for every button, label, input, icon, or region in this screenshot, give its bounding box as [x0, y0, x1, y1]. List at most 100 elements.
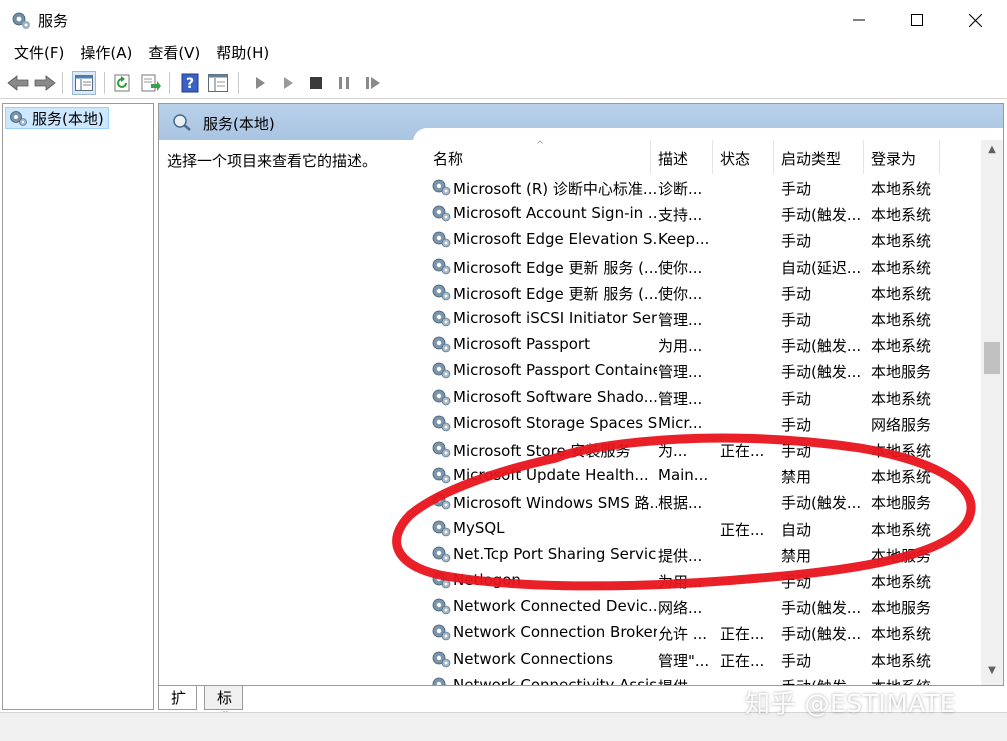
service-startup-type: 禁用	[781, 468, 812, 487]
service-startup-type: 手动	[781, 442, 812, 460]
service-startup-type: 手动(触发...	[781, 599, 862, 618]
service-name: MySQL	[453, 518, 505, 537]
service-row[interactable]: Microsoft Passport Container 管理... 手动(触发..…	[419, 357, 985, 383]
service-logon-as: 本地系统	[871, 389, 932, 408]
service-row[interactable]: Microsoft iSCSI Initiator Ser... 管理... 手动 本…	[419, 305, 985, 331]
column-divider[interactable]	[773, 140, 774, 174]
service-row[interactable]: Microsoft (R) 诊断中心标准... 诊断... 手动 本地系统	[419, 174, 985, 200]
properties-view-button[interactable]	[206, 71, 230, 95]
menu-file[interactable]: 文件(F)	[6, 41, 72, 65]
service-row[interactable]: Microsoft Edge Elevation S... Keep... 手动 本地…	[419, 226, 985, 252]
export-list-button[interactable]	[139, 71, 163, 95]
start-service-button[interactable]	[248, 71, 272, 95]
column-divider[interactable]	[712, 140, 713, 174]
service-startup-type: 手动	[781, 415, 812, 434]
service-description: 管理"...	[658, 651, 710, 670]
service-description: 管理...	[658, 311, 703, 329]
service-startup-type: 手动(触发...	[781, 625, 862, 644]
close-button[interactable]	[946, 0, 1004, 40]
scroll-up-icon[interactable]: ▲	[981, 144, 1003, 160]
service-row[interactable]: Microsoft Software Shado... 管理... 手动 本地系统	[419, 384, 985, 410]
scroll-thumb[interactable]	[984, 342, 1000, 374]
service-gear-icon	[432, 520, 451, 536]
service-row[interactable]: Microsoft Edge 更新 服务 (... 使你... 自动(延迟... 本地…	[419, 253, 985, 279]
service-logon-as: 本地系统	[871, 651, 932, 670]
service-description: 提供...	[658, 546, 703, 565]
service-name: Microsoft Storage Spaces S...	[453, 413, 657, 432]
vertical-scrollbar[interactable]: ▲ ▼	[981, 140, 1003, 685]
service-row[interactable]: Network Connections 管理"... 正在... 手动 本地系统	[419, 646, 985, 672]
service-startup-type: 手动	[781, 573, 812, 591]
pause-service-button[interactable]	[332, 71, 356, 95]
service-name: Microsoft Account Sign-in ...	[453, 204, 657, 223]
service-logon-as: 本地系统	[871, 468, 932, 487]
help-button[interactable]: ?	[178, 71, 202, 95]
restart-service-button[interactable]	[361, 71, 385, 95]
column-divider[interactable]	[939, 140, 940, 174]
service-status: 正在...	[720, 442, 765, 460]
service-description: 根据...	[658, 494, 703, 513]
column-headers: ^ 名称 描述 状态 启动类型 登录为	[419, 140, 985, 174]
service-gear-icon	[432, 651, 451, 667]
service-name: Microsoft Edge Elevation S...	[453, 230, 657, 249]
service-row[interactable]: Microsoft Storage Spaces S... Micr... 手动 网络…	[419, 410, 985, 436]
tree-item-services-local[interactable]: 服务(本地)	[5, 107, 109, 129]
service-startup-type: 手动	[781, 232, 812, 251]
scroll-down-icon[interactable]: ▼	[981, 665, 1003, 681]
service-startup-type: 手动(触发...	[781, 363, 862, 382]
start-service-alt-button[interactable]	[276, 71, 300, 95]
service-gear-icon	[432, 389, 451, 405]
service-row[interactable]: Microsoft Store 安装服务 为... 正在... 手动 本地系统	[419, 436, 985, 462]
service-description: Keep...	[658, 230, 710, 249]
stop-icon	[310, 77, 322, 89]
service-startup-type: 手动(触发...	[781, 206, 862, 225]
service-row[interactable]: Microsoft Account Sign-in ... 支持... 手动(触发.…	[419, 200, 985, 226]
service-row[interactable]: Microsoft Update Health... Main... 禁用 本地系统	[419, 462, 985, 488]
back-button[interactable]	[6, 71, 30, 95]
service-row[interactable]: Microsoft Passport 为用... 手动(触发... 本地系统	[419, 331, 985, 357]
service-row[interactable]: MySQL 正在... 自动 本地系统	[419, 515, 985, 541]
service-row[interactable]: Microsoft Edge 更新 服务 (... 使你... 手动 本地系统	[419, 279, 985, 305]
service-row[interactable]: Microsoft Windows SMS 路... 根据... 手动(触发... 本…	[419, 488, 985, 514]
show-hide-console-tree-button[interactable]	[72, 71, 96, 95]
service-name: Microsoft Edge 更新 服务 (...	[453, 284, 657, 303]
service-description: 提供...	[658, 676, 716, 685]
service-row[interactable]: Network Connected Devic... 网络... 手动(触发... 本…	[419, 593, 985, 619]
service-name: Network Connection Broker	[453, 623, 657, 642]
service-name: Netlogon	[453, 571, 521, 589]
service-logon-as: 本地系统	[871, 520, 932, 539]
forward-button[interactable]	[33, 71, 57, 95]
service-gear-icon	[432, 546, 451, 563]
service-row[interactable]: Netlogon 为用... 手动 本地系统	[419, 567, 985, 593]
column-header-logon-as[interactable]: 登录为	[871, 148, 916, 169]
console-tree-icon	[75, 75, 93, 91]
service-startup-type: 禁用	[781, 546, 812, 565]
minimize-button[interactable]	[830, 0, 888, 40]
tab-extended[interactable]: 扩展	[158, 686, 198, 728]
refresh-button[interactable]	[111, 71, 135, 95]
menu-view[interactable]: 查看(V)	[140, 41, 208, 65]
menu-help[interactable]: 帮助(H)	[208, 41, 277, 65]
service-logon-as: 本地系统	[871, 311, 932, 329]
service-gear-icon	[432, 362, 451, 379]
service-row[interactable]: Network Connection Broker 允许 ... 正在... 手动(触…	[419, 619, 985, 645]
maximize-button[interactable]	[888, 0, 946, 40]
service-gear-icon	[432, 205, 451, 222]
description-hint: 选择一个项目来查看它的描述。	[167, 152, 378, 170]
column-header-startup-type[interactable]: 启动类型	[781, 148, 841, 169]
column-header-status[interactable]: 状态	[720, 148, 750, 169]
service-name: Microsoft iSCSI Initiator Ser...	[453, 309, 657, 327]
service-name: Net.Tcp Port Sharing Service	[453, 544, 657, 563]
column-divider[interactable]	[863, 140, 864, 174]
stop-service-button[interactable]	[304, 71, 328, 95]
close-icon	[968, 13, 982, 27]
service-startup-type: 手动(触发...	[781, 494, 862, 513]
menu-action[interactable]: 操作(A)	[72, 41, 140, 65]
watermark: 知乎 @ESTIMATE	[745, 689, 957, 718]
column-header-description[interactable]: 描述	[658, 148, 688, 169]
column-header-name[interactable]: 名称	[433, 148, 463, 169]
toolbar-separator	[104, 72, 105, 94]
service-row[interactable]: Net.Tcp Port Sharing Service 提供... 禁用 本地服务	[419, 541, 985, 567]
column-divider[interactable]	[650, 140, 651, 174]
tab-standard[interactable]: 标准	[204, 686, 244, 728]
